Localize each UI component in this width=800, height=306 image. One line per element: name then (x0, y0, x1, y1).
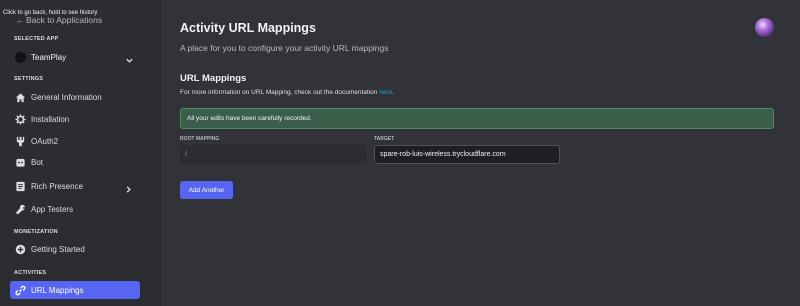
selected-app-heading: SELECTED APP (14, 36, 59, 42)
sidebar-item-label: General Information (31, 92, 102, 102)
sidebar-item-label: OAuth2 (31, 136, 59, 146)
settings-heading: SETTINGS (14, 76, 44, 82)
documentation-link[interactable]: here (379, 89, 392, 96)
target-field[interactable]: spare-rob-luis-wireless.trycloudflare.co… (374, 145, 560, 164)
sidebar-item-label: URL Mappings (31, 285, 84, 295)
page-subtitle: A place for you to configure your activi… (180, 43, 389, 53)
user-avatar[interactable] (755, 18, 774, 37)
add-another-button[interactable]: Add Another (180, 181, 233, 199)
sidebar-item-general-information[interactable]: General Information (10, 88, 140, 106)
sidebar-item-label: Installation (31, 114, 70, 124)
app-selector[interactable]: TeamPlay (10, 47, 140, 67)
back-tooltip: Click to go back, hold to see history (3, 10, 98, 16)
back-link-label: Back to Applications (26, 15, 103, 25)
info-text: For more information on URL Mapping, che… (180, 89, 394, 96)
activities-heading: ACTIVITIES (14, 270, 47, 276)
sidebar-item-bot[interactable]: Bot (10, 153, 140, 171)
sidebar-item-rich-presence[interactable]: Rich Presence (10, 177, 140, 195)
sidebar-item-label: App Testers (31, 204, 74, 214)
section-title: URL Mappings (180, 73, 247, 84)
bot-icon (15, 157, 26, 168)
page-title: Activity URL Mappings (180, 21, 316, 35)
presence-icon (15, 181, 26, 192)
info-text-suffix: . (392, 89, 395, 96)
success-banner: All your edits have been carefully recor… (180, 108, 774, 129)
sidebar-item-getting-started[interactable]: Getting Started (10, 240, 140, 258)
sidebar-item-label: Bot (31, 157, 44, 167)
sidebar-item-installation[interactable]: Installation (10, 110, 140, 128)
sidebar-item-label: Rich Presence (31, 181, 84, 191)
chevron-down-icon (125, 52, 134, 70)
sidebar-item-oauth2[interactable]: OAuth2 (10, 132, 140, 150)
target-label: TARGET (374, 136, 395, 142)
sidebar-item-url-mappings[interactable]: URL Mappings (10, 281, 140, 299)
app-avatar (15, 51, 26, 63)
gear-icon (15, 113, 26, 125)
sidebar-item-label: Getting Started (31, 244, 85, 254)
main-content: Activity URL Mappings A place for you to… (162, 0, 800, 306)
monetization-heading: MONETIZATION (14, 229, 58, 235)
info-text-body: For more information on URL Mapping, che… (180, 89, 380, 96)
sidebar-item-app-testers[interactable]: App Testers (10, 200, 140, 218)
back-to-applications-link[interactable]: ← Back to Applications (16, 15, 102, 25)
plus-circle-icon (15, 244, 26, 255)
root-mapping-field[interactable]: / (180, 145, 366, 164)
wrench-icon (15, 204, 26, 215)
back-arrow-icon: ← (16, 16, 24, 25)
app-name: TeamPlay (31, 52, 67, 62)
root-mapping-label: ROOT MAPPING (180, 136, 220, 142)
home-icon (15, 92, 26, 103)
sidebar: Click to go back, hold to see history ← B… (0, 0, 162, 306)
link-icon (15, 285, 26, 296)
chevron-right-icon (124, 181, 133, 199)
wrench-icon (15, 136, 26, 147)
